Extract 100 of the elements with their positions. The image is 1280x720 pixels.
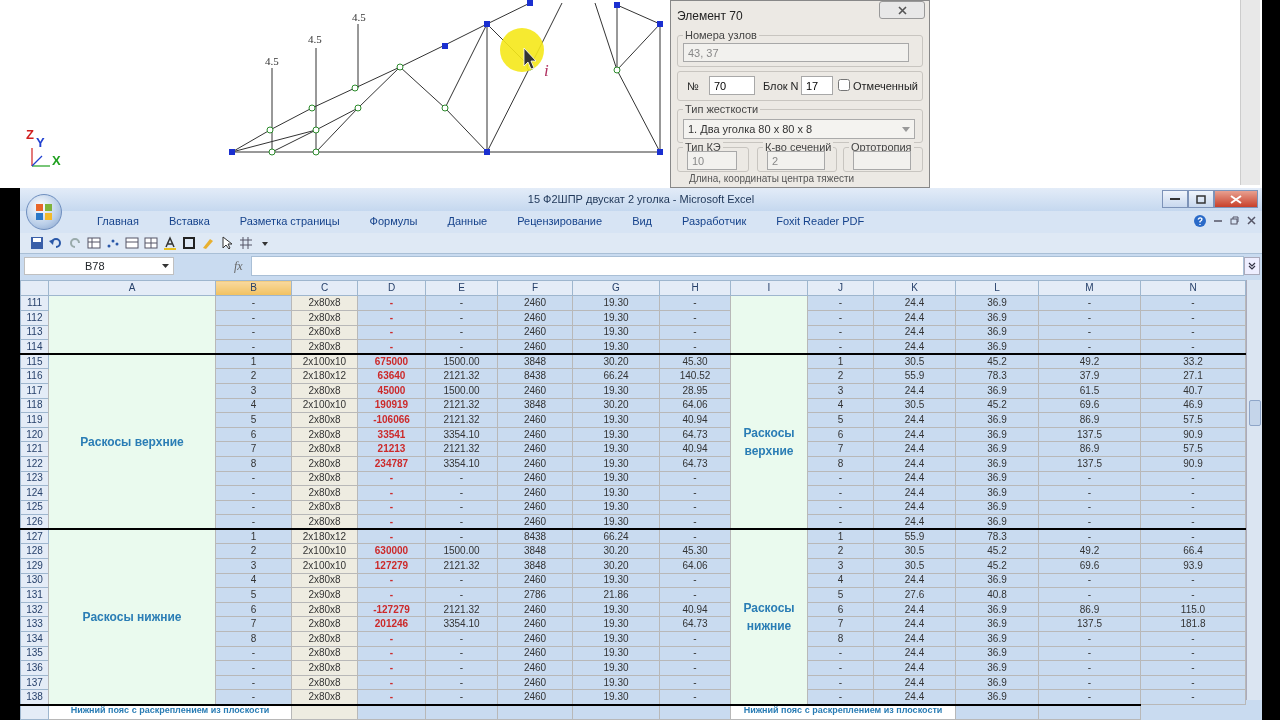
- table-cell: -: [215, 485, 292, 501]
- table-cell: 19.30: [572, 383, 660, 399]
- ribbon-tab[interactable]: Рецензирование: [502, 216, 618, 228]
- maximize-button[interactable]: [1188, 190, 1214, 208]
- table-cell: 19.30: [572, 471, 660, 486]
- table-cell: 3354.10: [425, 427, 498, 442]
- table-cell: 36.9: [955, 500, 1039, 515]
- table-cell: -: [357, 646, 426, 661]
- undo-icon[interactable]: [49, 235, 63, 250]
- group-label: Раскосы нижние: [730, 529, 808, 705]
- table-cell: 24.4: [873, 383, 956, 399]
- table-cell: 2460: [497, 456, 573, 471]
- close-icon[interactable]: [1247, 216, 1256, 225]
- table-cell: 6: [215, 427, 292, 442]
- table-cell: 3: [807, 558, 874, 574]
- table-cell: -: [357, 485, 426, 501]
- marked-checkbox[interactable]: [838, 79, 850, 91]
- column-header[interactable]: L: [955, 280, 1039, 296]
- table-cell: -: [357, 631, 426, 647]
- table-cell: 2460: [497, 471, 573, 486]
- table-cell: -: [357, 500, 426, 515]
- ribbon-tab[interactable]: Вставка: [153, 216, 225, 228]
- column-header[interactable]: N: [1140, 280, 1246, 296]
- scrollbar[interactable]: [1240, 0, 1260, 185]
- table-icon[interactable]: [87, 235, 101, 250]
- stiffness-dropdown[interactable]: 1. Два уголка 80 x 80 x 8: [683, 119, 915, 139]
- table-cell: 78.3: [955, 368, 1039, 384]
- scroll-thumb[interactable]: [1249, 400, 1261, 427]
- table-cell: -: [425, 631, 498, 647]
- name-box[interactable]: B78: [24, 257, 174, 276]
- grid-icon[interactable]: [239, 235, 253, 250]
- table-cell: 2460: [497, 616, 573, 632]
- restore-icon[interactable]: [1230, 216, 1239, 225]
- block-field[interactable]: 17: [801, 76, 833, 95]
- column-header[interactable]: D: [357, 280, 426, 296]
- table-cell: 55.9: [873, 529, 956, 544]
- table-cell: 2x180x12: [291, 529, 358, 544]
- help-icon[interactable]: [1194, 214, 1206, 227]
- grid-icon[interactable]: [144, 235, 158, 250]
- table-cell: 1: [215, 354, 292, 369]
- row-header[interactable]: 115: [20, 354, 49, 369]
- table-cell: 2460: [497, 325, 573, 340]
- ribbon-tab[interactable]: Разметка страницы: [224, 216, 355, 228]
- column-header[interactable]: B: [215, 280, 292, 296]
- maximize-icon: [1196, 194, 1206, 204]
- minimize-icon[interactable]: [1214, 219, 1222, 222]
- column-header[interactable]: F: [497, 280, 573, 296]
- formula-field[interactable]: [250, 256, 1244, 277]
- table-cell: -: [357, 295, 426, 311]
- table-cell: -: [1140, 646, 1246, 661]
- row-header[interactable]: 127: [20, 529, 49, 544]
- text-color-icon[interactable]: [163, 235, 177, 250]
- save-icon[interactable]: [30, 235, 44, 250]
- row-header[interactable]: [20, 704, 49, 720]
- table-cell: 8: [215, 456, 292, 471]
- table-cell: 19.30: [572, 646, 660, 661]
- table-cell: 36.9: [955, 485, 1039, 501]
- load-label: 4.5: [352, 12, 366, 23]
- table-cell: -: [1140, 325, 1246, 340]
- number-field[interactable]: 70: [709, 76, 755, 95]
- ribbon-tab[interactable]: Foxit Reader PDF: [761, 216, 880, 228]
- table-cell: 66.24: [572, 529, 660, 544]
- column-header[interactable]: I: [730, 280, 808, 296]
- column-header[interactable]: K: [873, 280, 956, 296]
- column-header[interactable]: M: [1038, 280, 1141, 296]
- table-cell: 3: [807, 383, 874, 399]
- minimize-button[interactable]: [1162, 190, 1188, 208]
- table-cell: 19.30: [572, 660, 660, 676]
- table-cell: 40.7: [1140, 383, 1246, 399]
- table-cell: 2460: [497, 441, 573, 457]
- table-cell: 63640: [357, 368, 426, 384]
- table-cell: 2460: [497, 602, 573, 617]
- function-label[interactable]: fx: [234, 257, 243, 276]
- table-icon[interactable]: [125, 235, 139, 250]
- table-cell: 3848: [497, 543, 573, 559]
- table-cell: 30.5: [873, 354, 956, 369]
- ribbon-tab[interactable]: Разработчик: [667, 216, 762, 228]
- group-label: Нижний пояс с раскреплением из плоскости: [730, 704, 956, 720]
- ribbon-tab[interactable]: Вид: [617, 216, 668, 228]
- ribbon-tab[interactable]: Главная: [82, 216, 154, 228]
- table-cell: 2121.32: [425, 398, 498, 413]
- column-header[interactable]: J: [807, 280, 874, 296]
- column-header[interactable]: E: [425, 280, 498, 296]
- expand-button[interactable]: [1244, 257, 1260, 276]
- scrollbar[interactable]: [1246, 280, 1262, 701]
- close-button[interactable]: [879, 1, 925, 19]
- border-icon[interactable]: [182, 235, 196, 250]
- ribbon-tab[interactable]: Данные: [432, 216, 503, 228]
- column-header[interactable]: G: [572, 280, 660, 296]
- group-label: Раскосы верхние: [48, 354, 216, 530]
- table-cell: -: [807, 660, 874, 676]
- table-cell: -: [1038, 646, 1141, 661]
- close-button[interactable]: [1214, 190, 1258, 208]
- ribbon-tab[interactable]: Формулы: [354, 216, 433, 228]
- column-header[interactable]: H: [659, 280, 731, 296]
- property-field[interactable]: [853, 151, 911, 170]
- table-cell: -: [425, 500, 498, 515]
- column-header[interactable]: C: [291, 280, 358, 296]
- column-header[interactable]: A: [48, 280, 216, 296]
- pointer-icon[interactable]: [220, 235, 234, 250]
